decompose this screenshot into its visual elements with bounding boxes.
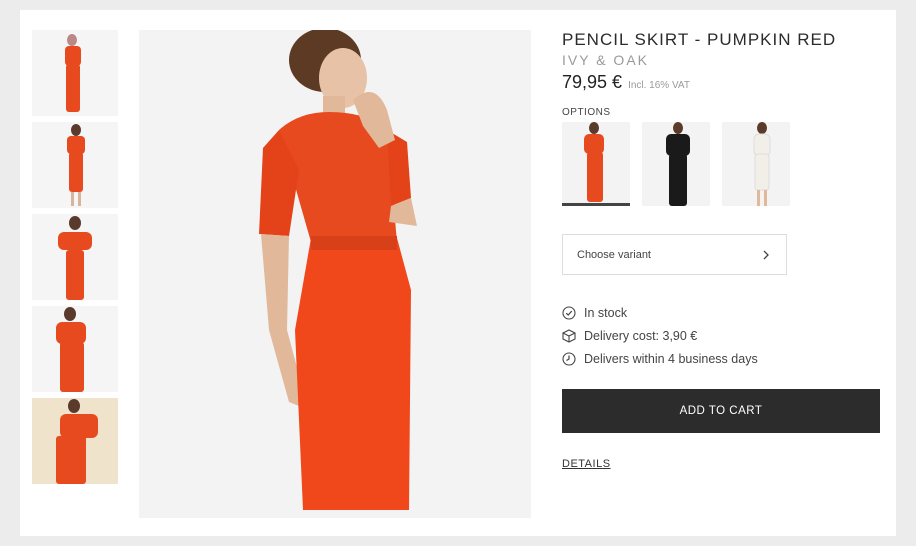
product-card: PENCIL SKIRT - PUMPKIN RED IVY & OAK 79,… bbox=[20, 10, 896, 536]
price-row: 79,95 € Incl. 16% VAT bbox=[562, 72, 880, 93]
choose-variant-select[interactable]: Choose variant bbox=[562, 234, 787, 275]
thumbnail-list bbox=[32, 30, 118, 490]
thumbnail-1[interactable] bbox=[32, 30, 118, 116]
feature-stock: In stock bbox=[562, 301, 880, 324]
option-black[interactable] bbox=[642, 122, 710, 206]
thumbnail-5[interactable] bbox=[32, 398, 118, 484]
model-illustration bbox=[139, 30, 531, 518]
product-price: 79,95 € bbox=[562, 72, 623, 92]
option-white[interactable] bbox=[722, 122, 790, 206]
product-title: PENCIL SKIRT - PUMPKIN RED bbox=[562, 30, 837, 49]
product-brand[interactable]: IVY & OAK bbox=[562, 52, 880, 69]
thumbnail-2[interactable] bbox=[32, 122, 118, 208]
option-pumpkin-red[interactable] bbox=[562, 122, 630, 206]
feature-delivery-cost: Delivery cost: 3,90 € bbox=[562, 324, 880, 347]
check-badge-icon bbox=[562, 305, 576, 320]
chevron-right-icon bbox=[763, 250, 769, 259]
clock-icon bbox=[562, 351, 576, 366]
thumbnail-4[interactable] bbox=[32, 306, 118, 392]
product-info: PENCIL SKIRT - PUMPKIN RED IVY & OAK 79,… bbox=[562, 30, 880, 472]
feature-delivery-time-text: Delivers within 4 business days bbox=[584, 351, 758, 366]
feature-stock-text: In stock bbox=[584, 305, 628, 320]
details-link[interactable]: DETAILS bbox=[562, 458, 611, 470]
feature-delivery-time: Delivers within 4 business days bbox=[562, 347, 880, 370]
thumbnail-3[interactable] bbox=[32, 214, 118, 300]
color-options bbox=[562, 122, 880, 206]
package-icon bbox=[562, 328, 576, 343]
options-label: OPTIONS bbox=[562, 107, 611, 118]
delivery-features: In stock Delivery cost: 3,90 € Delivers … bbox=[562, 301, 880, 370]
feature-delivery-cost-text: Delivery cost: 3,90 € bbox=[584, 328, 698, 343]
vat-note: Incl. 16% VAT bbox=[628, 80, 690, 91]
product-main-image[interactable] bbox=[139, 30, 531, 518]
variant-placeholder: Choose variant bbox=[577, 248, 651, 261]
add-to-cart-button[interactable]: ADD TO CART bbox=[562, 389, 880, 433]
